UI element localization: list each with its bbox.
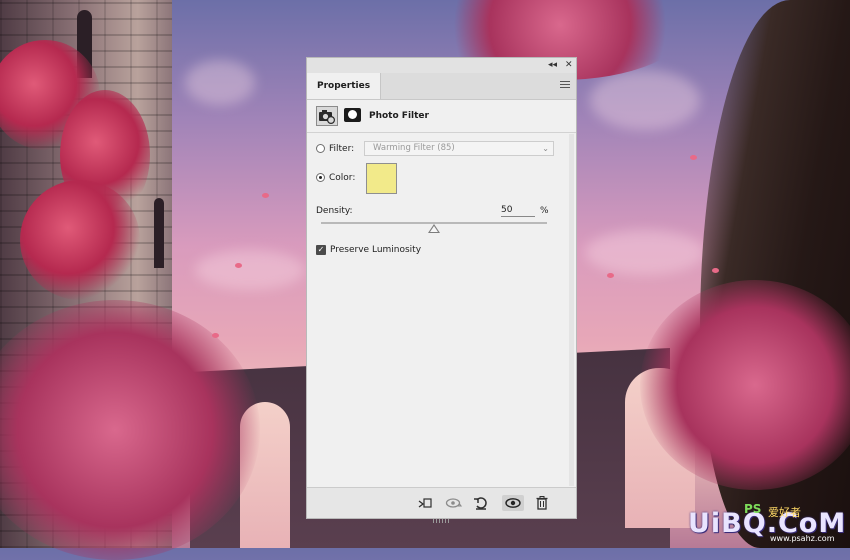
chevron-down-icon: ⌄ bbox=[542, 144, 549, 153]
watermark-cn: 爱好者 bbox=[768, 506, 801, 519]
falling-petal bbox=[212, 333, 219, 338]
falling-petal bbox=[690, 155, 697, 160]
layer-mask-icon[interactable] bbox=[344, 108, 361, 122]
density-label: Density: bbox=[316, 206, 353, 216]
falling-petal bbox=[712, 268, 719, 273]
resize-grip[interactable] bbox=[433, 519, 451, 523]
delete-trash-icon[interactable] bbox=[534, 495, 550, 511]
density-unit: % bbox=[540, 206, 549, 216]
filter-dropdown-value: Warming Filter (85) bbox=[373, 143, 455, 153]
watermark-url: www.psahz.com bbox=[770, 534, 835, 543]
falling-petal bbox=[262, 193, 269, 198]
panel-tab-row: Properties bbox=[307, 73, 576, 100]
filter-dropdown[interactable]: Warming Filter (85) ⌄ bbox=[364, 141, 554, 156]
properties-panel: ◂◂ ✕ Properties Photo Filter Filter: War… bbox=[306, 57, 577, 523]
reset-icon[interactable] bbox=[473, 495, 489, 511]
panel-scrollbar[interactable] bbox=[569, 134, 574, 486]
watermark-ps: PS bbox=[744, 502, 762, 516]
view-previous-state-icon[interactable] bbox=[445, 495, 463, 511]
adjustment-title: Photo Filter bbox=[369, 111, 429, 121]
close-panel-button[interactable]: ✕ bbox=[565, 59, 573, 71]
color-radio[interactable] bbox=[316, 173, 325, 182]
adjustment-header: Photo Filter bbox=[307, 100, 576, 133]
preserve-luminosity-label: Preserve Luminosity bbox=[330, 245, 422, 255]
collapse-panel-button[interactable]: ◂◂ bbox=[548, 59, 557, 71]
filter-radio[interactable] bbox=[316, 144, 325, 153]
density-input[interactable]: 50 bbox=[501, 204, 535, 217]
color-swatch[interactable] bbox=[366, 163, 397, 194]
panel-menu-icon[interactable] bbox=[560, 81, 570, 89]
preserve-luminosity-checkbox[interactable]: ✓ bbox=[316, 245, 326, 255]
panel-titlebar: ◂◂ ✕ bbox=[307, 58, 576, 74]
color-label: Color: bbox=[329, 173, 356, 183]
panel-footer bbox=[307, 487, 576, 523]
density-slider-thumb[interactable] bbox=[428, 224, 440, 233]
filter-label: Filter: bbox=[329, 144, 355, 154]
photo-filter-adjustment-icon[interactable] bbox=[316, 106, 338, 126]
clip-to-layer-icon[interactable] bbox=[417, 495, 433, 511]
falling-petal bbox=[607, 273, 614, 278]
tab-properties[interactable]: Properties bbox=[307, 73, 382, 99]
falling-petal bbox=[235, 263, 242, 268]
visibility-eye-icon[interactable] bbox=[502, 495, 524, 511]
